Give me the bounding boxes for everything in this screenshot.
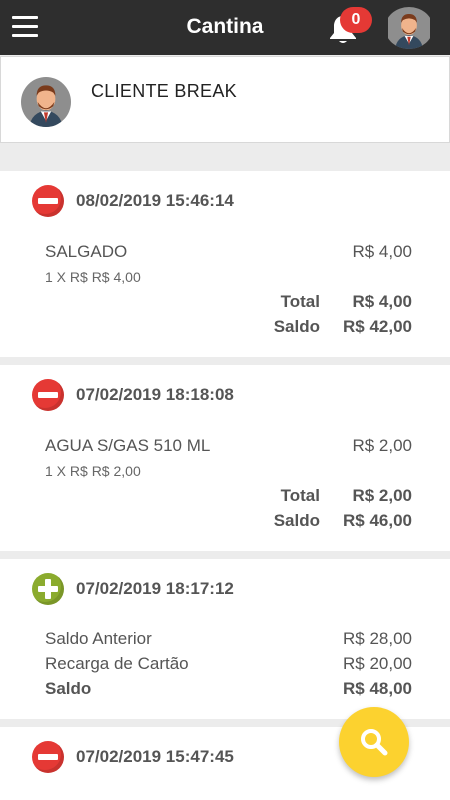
transaction-datetime: 07/02/2019 15:47:45	[76, 747, 234, 766]
minus-circle-icon	[32, 741, 64, 773]
balance-value: R$ 42,00	[343, 317, 412, 336]
notifications-button[interactable]: 0	[326, 7, 372, 46]
transaction-card[interactable]: 07/02/2019 18:18:08 AGUA S/GAS 510 ML R$…	[0, 365, 450, 551]
balance-label: Saldo	[273, 317, 320, 336]
balance-row: Saldo R$ 46,00	[260, 511, 412, 531]
line-item: AGUA S/GAS 510 ML R$ 2,00	[45, 436, 412, 456]
transaction-card[interactable]: 08/02/2019 15:46:14 SALGADO R$ 4,00 1 X …	[0, 171, 450, 357]
app-bar: Cantina 0	[0, 0, 450, 55]
transaction-datetime: 08/02/2019 15:46:14	[76, 191, 234, 210]
avatar-icon	[21, 77, 71, 127]
transaction-datetime: 07/02/2019 18:17:12	[76, 579, 234, 598]
profile-avatar	[21, 77, 71, 127]
total-label: Total	[280, 292, 320, 311]
transaction-card[interactable]: 07/02/2019 18:17:12 Saldo Anterior R$ 28…	[0, 559, 450, 719]
recharge-row: Recarga de Cartão R$ 20,00	[45, 654, 412, 674]
quantity-line: 1 X R$ R$ 2,00	[45, 463, 412, 479]
balance-label: Saldo	[273, 511, 320, 530]
total-row: Total R$ 2,00	[260, 486, 412, 506]
previous-balance-row: Saldo Anterior R$ 28,00	[45, 629, 412, 649]
profile-card: CLIENTE BREAK	[0, 56, 450, 143]
balance-label: Saldo	[45, 679, 92, 698]
previous-balance-value: R$ 28,00	[343, 629, 412, 648]
transaction-datetime: 07/02/2019 18:18:08	[76, 385, 234, 404]
item-name: SALGADO	[45, 242, 128, 261]
balance-value: R$ 48,00	[343, 679, 412, 698]
item-name: AGUA S/GAS 510 ML	[45, 436, 211, 455]
search-icon	[361, 729, 388, 756]
quantity-detail: 1 X R$ R$ 2,00	[45, 463, 141, 479]
item-price: R$ 2,00	[352, 436, 412, 455]
total-label: Total	[280, 486, 320, 505]
total-value: R$ 2,00	[352, 486, 412, 505]
recharge-label: Recarga de Cartão	[45, 654, 189, 673]
minus-circle-icon	[32, 185, 64, 217]
item-price: R$ 4,00	[352, 242, 412, 261]
plus-circle-icon	[32, 573, 64, 605]
previous-balance-label: Saldo Anterior	[45, 629, 152, 648]
page-title: Cantina	[186, 15, 264, 38]
customer-name: CLIENTE BREAK	[91, 81, 237, 101]
avatar-icon	[388, 7, 430, 49]
quantity-line: 1 X R$ R$ 4,00	[45, 269, 412, 285]
balance-value: R$ 46,00	[343, 511, 412, 530]
recharge-value: R$ 20,00	[343, 654, 412, 673]
search-button[interactable]	[339, 707, 409, 777]
total-row: Total R$ 4,00	[260, 292, 412, 312]
notification-count-badge: 0	[340, 7, 372, 33]
line-item: SALGADO R$ 4,00	[45, 242, 412, 262]
minus-circle-icon	[32, 379, 64, 411]
user-avatar[interactable]	[385, 7, 433, 49]
balance-row: Saldo R$ 42,00	[260, 317, 412, 337]
total-value: R$ 4,00	[352, 292, 412, 311]
balance-row: Saldo R$ 48,00	[45, 679, 412, 699]
quantity-detail: 1 X R$ R$ 4,00	[45, 269, 141, 285]
